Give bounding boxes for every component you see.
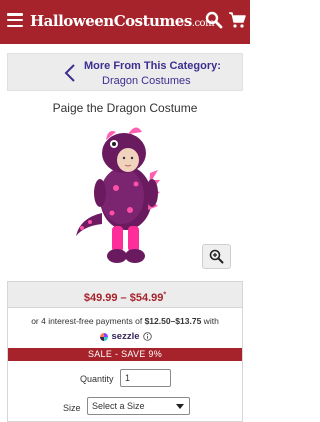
info-icon[interactable] [142,332,152,341]
site-header: HalloweenCostumes.com [0,0,250,44]
installments-text: or 4 interest-free payments of $12.50–$1… [31,316,219,326]
site-logo[interactable]: HalloweenCostumes.com [30,12,215,30]
sezzle-row[interactable]: sezzle [8,331,242,342]
category-link[interactable]: Dragon Costumes [102,75,191,87]
chevron-left-icon [64,64,75,82]
product-title: Paige the Dragon Costume [52,101,198,115]
zoom-button[interactable] [202,244,231,269]
size-select-value: Select a Size [92,401,145,411]
search-icon[interactable] [205,11,223,29]
quantity-label: Quantity [80,374,114,384]
sale-banner: SALE - SAVE 9% [8,348,242,361]
size-label: Size [63,403,81,413]
category-heading: More From This Category: [84,60,221,72]
sezzle-logo-icon [99,332,108,341]
quantity-input[interactable] [120,369,171,387]
chevron-down-icon [176,404,184,409]
size-select[interactable]: Select a Size [87,397,190,415]
sezzle-logo: sezzle [111,331,140,342]
shopping-cart-icon[interactable] [228,11,246,29]
purchase-panel: $49.99 – $54.99* or 4 interest-free paym… [7,281,243,422]
hamburger-menu-icon[interactable] [7,13,23,27]
product-image[interactable] [62,118,190,268]
price-row: $49.99 – $54.99* [8,282,242,308]
logo-text: HalloweenCostumes [30,12,192,30]
category-nav-box[interactable]: More From This Category: Dragon Costumes [7,53,243,91]
price-range: $49.99 – $54.99* [83,291,167,304]
zoom-in-icon [209,249,224,264]
